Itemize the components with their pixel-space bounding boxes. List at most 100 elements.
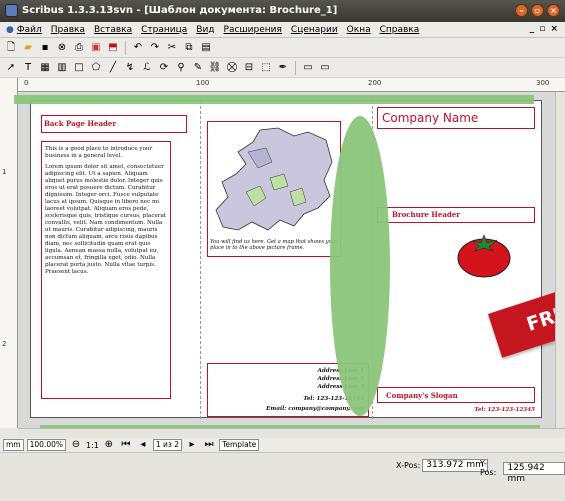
cut-icon[interactable]: ✂ (165, 41, 179, 55)
page-select[interactable]: 1 из 2 (152, 439, 183, 451)
front-panel: Company Name Brochure Header Company's S… (373, 101, 543, 419)
print-icon[interactable]: ⎙ (72, 41, 86, 55)
menu-page[interactable]: Страница (141, 25, 187, 35)
maximize-button[interactable]: ▫ (531, 4, 544, 17)
preflight-icon[interactable]: ▣ (89, 41, 103, 55)
ruler-mark: 200 (368, 79, 382, 87)
map-frame[interactable]: You will find us here. Get a map that sh… (207, 121, 341, 257)
undo-icon[interactable]: ↶ (131, 41, 145, 55)
shape-tool-icon[interactable]: □ (72, 61, 86, 75)
menu-file[interactable]: Файл (17, 25, 42, 35)
pdf-button-icon[interactable]: ▭ (301, 61, 315, 75)
measure-tool-icon[interactable]: ⊟ (242, 61, 256, 75)
tools-toolbar: ➚ T ▦ ▥ □ ⬠ ╱ ↯ ℒ ⟳ ⚲ ✎ ⛓ ⛒ ⊟ ⬚ ✒ ▭ ▭ (0, 58, 565, 78)
brochure-header: Brochure Header (392, 210, 460, 219)
slogan-frame[interactable]: Company's Slogan (377, 387, 535, 403)
first-page-icon[interactable]: ⏮ (119, 438, 133, 452)
title-bar: Scribus 1.3.3.13svn - [Шаблон документа:… (0, 0, 565, 22)
mdi-controls[interactable]: _ ▫ × (530, 24, 559, 34)
eyedropper-icon[interactable]: ✒ (276, 61, 290, 75)
link-frames-icon[interactable]: ⛓ (208, 61, 222, 75)
menu-extensions[interactable]: Расширения (224, 25, 282, 35)
rotate-tool-icon[interactable]: ⟳ (157, 61, 171, 75)
zoom-in-icon[interactable]: ⊕ (102, 438, 116, 452)
unit-select[interactable]: mm (3, 439, 24, 451)
x-pos-label: X-Pos: (396, 461, 421, 470)
ruler-mark: 0 (24, 79, 29, 87)
copy-properties-icon[interactable]: ⬚ (259, 61, 273, 75)
pdf-export-icon[interactable]: ⬒ (106, 41, 120, 55)
vertical-scrollbar[interactable] (555, 92, 565, 428)
close-button[interactable]: × (547, 4, 560, 17)
horizontal-ruler: 0 100 200 300 (18, 78, 565, 92)
back-panel: Back Page Header This is a good place to… (31, 101, 201, 419)
freehand-tool-icon[interactable]: ℒ (140, 61, 154, 75)
back-body-text: Lorem ipsum dolor sit amet, consectetuer… (45, 164, 167, 275)
zoom-ratio[interactable]: 1:1 (86, 441, 99, 450)
select-tool-icon[interactable]: ➚ (4, 61, 18, 75)
close-document-icon[interactable]: ⊗ (55, 41, 69, 55)
file-toolbar: 🗋 ▰ ▪ ⊗ ⎙ ▣ ⬒ ↶ ↷ ✂ ⧉ ▤ (0, 38, 565, 58)
new-document-icon[interactable]: 🗋 (4, 41, 18, 55)
ruler-mark: 300 (536, 79, 550, 87)
document-canvas[interactable]: Back Page Header This is a good place to… (18, 92, 565, 428)
ruler-mark: 100 (196, 79, 210, 87)
map-caption: You will find us here. Get a map that sh… (210, 239, 338, 251)
pdf-field-icon[interactable]: ▭ (318, 61, 332, 75)
y-pos-value: 125.942 mm (503, 461, 565, 484)
table-tool-icon[interactable]: ▥ (55, 61, 69, 75)
status-bar: mm 100.00% ⊖ 1:1 ⊕ ⏮ ◂ 1 из 2 ▸ ⏭ Templa… (0, 438, 565, 452)
green-highlight-oval (330, 116, 390, 416)
save-icon[interactable]: ▪ (38, 41, 52, 55)
menu-view[interactable]: Вид (196, 25, 214, 35)
back-intro-text: This is a good place to introduce your b… (45, 146, 153, 159)
minimize-button[interactable]: – (515, 4, 528, 17)
back-header-frame[interactable]: Back Page Header (41, 115, 187, 133)
company-slogan: Company's Slogan (386, 391, 458, 400)
green-highlight-top (14, 95, 534, 104)
horizontal-scrollbar[interactable] (18, 428, 565, 438)
zoom-field[interactable]: 100.00% (26, 439, 66, 451)
menu-windows[interactable]: Окна (347, 25, 371, 35)
line-tool-icon[interactable]: ╱ (106, 61, 120, 75)
paste-icon[interactable]: ▤ (199, 41, 213, 55)
edit-content-icon[interactable]: ✎ (191, 61, 205, 75)
unlink-frames-icon[interactable]: ⛒ (225, 61, 239, 75)
coordinates-bar: X-Pos: 313.972 mm Y-Pos: 125.942 mm (0, 452, 565, 501)
open-folder-icon[interactable]: ▰ (21, 41, 35, 55)
prev-page-icon[interactable]: ◂ (136, 438, 150, 452)
tomato-icon (457, 234, 511, 278)
document-menu-icon[interactable]: ● (6, 25, 14, 35)
back-text-frame[interactable]: This is a good place to introduce your b… (41, 141, 171, 399)
scribus-window: Scribus 1.3.3.13svn - [Шаблон документа:… (0, 0, 565, 501)
redo-icon[interactable]: ↷ (148, 41, 162, 55)
company-name: Company Name (382, 111, 479, 125)
y-position: Y-Pos: 125.942 mm (480, 459, 565, 484)
zoom-tool-icon[interactable]: ⚲ (174, 61, 188, 75)
copy-icon[interactable]: ⧉ (182, 41, 196, 55)
scribus-app-icon (5, 4, 18, 17)
company-name-frame[interactable]: Company Name (377, 107, 535, 129)
image-frame-icon[interactable]: ▦ (38, 61, 52, 75)
menu-bar: ● Файл Правка Вставка Страница Вид Расши… (0, 22, 565, 38)
europe-map-icon (215, 127, 333, 231)
brochure-page[interactable]: Back Page Header This is a good place to… (30, 100, 543, 419)
x-pos-value: 313.972 mm (422, 459, 488, 472)
front-tel: Tel: 123-123-12345 (474, 407, 535, 413)
bezier-tool-icon[interactable]: ↯ (123, 61, 137, 75)
menu-edit[interactable]: Правка (51, 25, 85, 35)
next-page-icon[interactable]: ▸ (185, 438, 199, 452)
y-pos-label: Y-Pos: (480, 459, 497, 477)
vertical-ruler: 1 2 (0, 78, 18, 428)
menu-help[interactable]: Справка (380, 25, 420, 35)
menu-scripts[interactable]: Сценарии (291, 25, 338, 35)
menu-insert[interactable]: Вставка (94, 25, 132, 35)
layer-select[interactable]: Template (219, 439, 260, 451)
text-frame-icon[interactable]: T (21, 61, 35, 75)
window-title: Scribus 1.3.3.13svn - [Шаблон документа:… (22, 5, 338, 16)
zoom-out-icon[interactable]: ⊖ (69, 438, 83, 452)
last-page-icon[interactable]: ⏭ (202, 438, 216, 452)
polygon-tool-icon[interactable]: ⬠ (89, 61, 103, 75)
brochure-header-frame[interactable]: Brochure Header (377, 207, 535, 223)
x-position: X-Pos: 313.972 mm (396, 459, 488, 472)
